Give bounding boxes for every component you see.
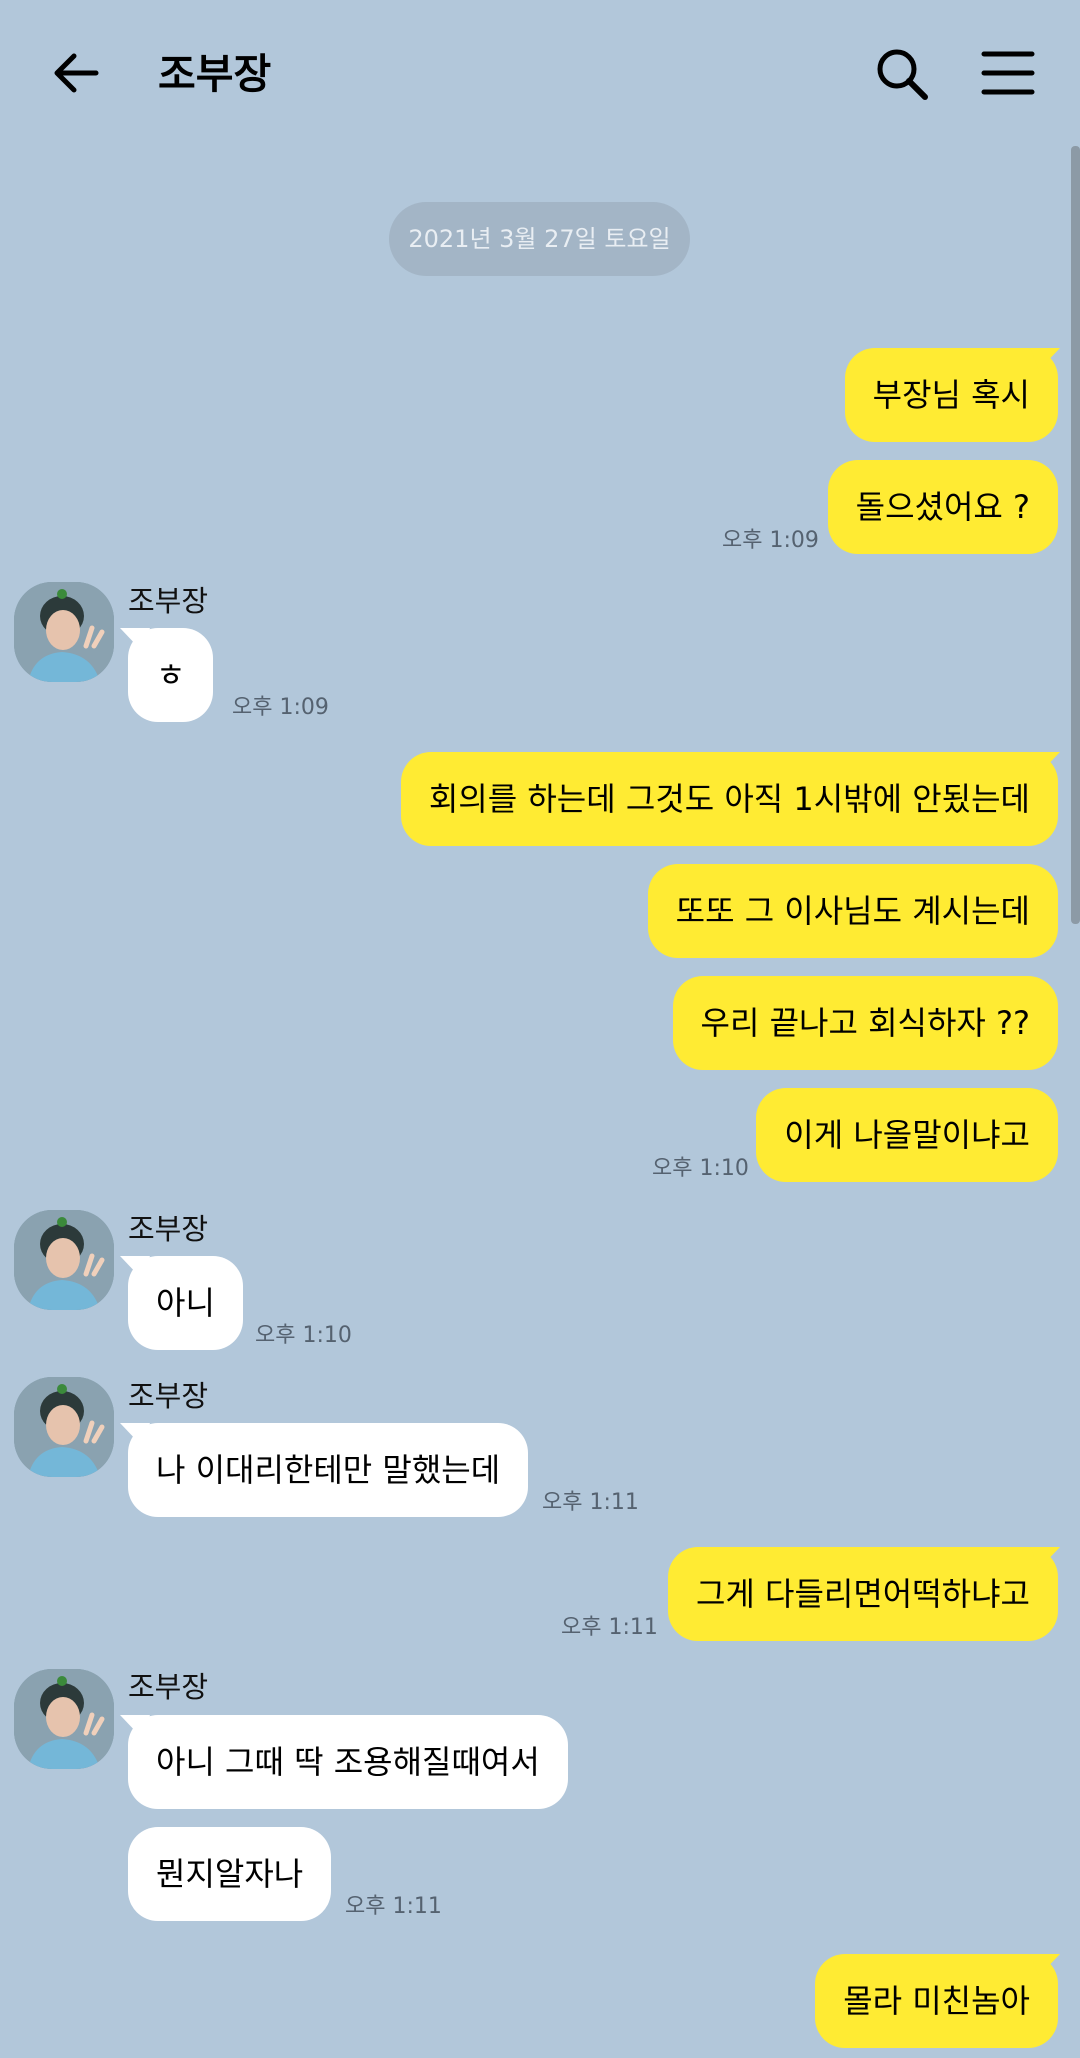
profile-photo bbox=[14, 1210, 114, 1310]
menu-icon bbox=[981, 51, 1035, 95]
avatar[interactable] bbox=[14, 1377, 114, 1477]
date-divider: 2021년 3월 27일 토요일 bbox=[389, 202, 690, 276]
scrollbar[interactable] bbox=[1071, 146, 1080, 924]
my-message-bubble[interactable]: 우리 끝나고 회식하자 ?? bbox=[672, 976, 1058, 1070]
their-message-bubble[interactable]: 아니 bbox=[128, 1256, 243, 1350]
their-message-bubble[interactable]: 나 이대리한테만 말했는데 bbox=[128, 1423, 529, 1517]
message-time: 오후 1:09 bbox=[232, 695, 329, 720]
my-message-bubble[interactable]: 이게 나올말이냐고 bbox=[756, 1088, 1058, 1182]
my-message-bubble[interactable]: 그게 다들리면어떡하냐고 bbox=[667, 1547, 1058, 1641]
chat-title: 조부장 bbox=[158, 50, 272, 98]
their-message-bubble[interactable]: 아니 그때 딱 조용해질때여서 bbox=[128, 1715, 568, 1809]
sender-name: 조부장 bbox=[128, 1379, 209, 1413]
sender-name: 조부장 bbox=[128, 1212, 209, 1246]
profile-photo bbox=[14, 1377, 114, 1477]
avatar[interactable] bbox=[14, 582, 114, 682]
chat-header: 조부장 bbox=[0, 0, 1080, 146]
my-message-bubble[interactable]: 돌으셨어요 ? bbox=[827, 460, 1058, 554]
my-message-bubble[interactable]: 몰라 미친놈아 bbox=[815, 1954, 1058, 2048]
avatar[interactable] bbox=[14, 1669, 114, 1769]
message-time: 오후 1:11 bbox=[561, 1615, 658, 1640]
profile-photo bbox=[14, 1669, 114, 1769]
arrow-left-icon bbox=[54, 53, 99, 93]
message-time: 오후 1:11 bbox=[542, 1490, 639, 1515]
search-icon bbox=[877, 49, 928, 100]
my-message-bubble[interactable]: 또또 그 이사님도 계시는데 bbox=[647, 864, 1058, 958]
profile-photo bbox=[14, 582, 114, 682]
sender-name: 조부장 bbox=[128, 1670, 209, 1704]
menu-button[interactable] bbox=[980, 48, 1036, 98]
my-message-bubble[interactable]: 부장님 혹시 bbox=[844, 348, 1058, 442]
search-button[interactable] bbox=[872, 44, 932, 104]
message-time: 오후 1:10 bbox=[255, 1323, 352, 1348]
my-message-bubble[interactable]: 회의를 하는데 그것도 아직 1시밖에 안됬는데 bbox=[400, 752, 1058, 846]
their-message-bubble[interactable]: ㅎ bbox=[128, 628, 214, 722]
their-message-bubble[interactable]: 뭔지알자나 bbox=[128, 1827, 332, 1921]
sender-name: 조부장 bbox=[128, 584, 209, 618]
message-time: 오후 1:11 bbox=[345, 1894, 442, 1919]
message-time: 오후 1:10 bbox=[652, 1156, 749, 1181]
back-button[interactable] bbox=[44, 40, 110, 106]
avatar[interactable] bbox=[14, 1210, 114, 1310]
message-time: 오후 1:09 bbox=[722, 528, 819, 553]
